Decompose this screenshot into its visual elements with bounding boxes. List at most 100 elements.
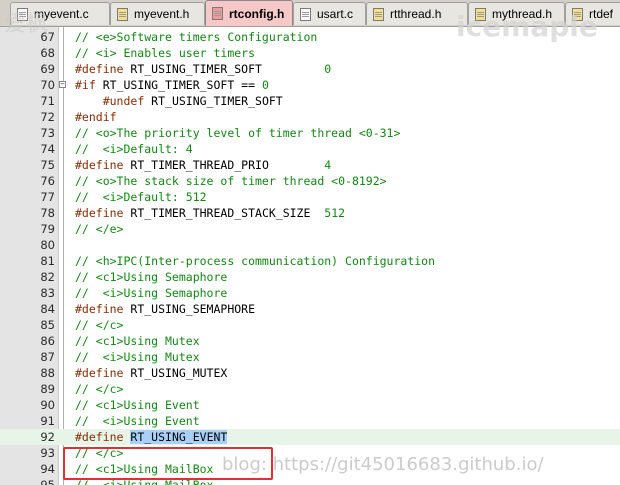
- code-line[interactable]: 76 // <o>The stack size of timer thread <…: [0, 173, 620, 189]
- code-token: RT_TIMER_THREAD_STACK_SIZE: [123, 206, 325, 220]
- line-number: 94: [40, 462, 55, 476]
- code-token: // <h>IPC(Inter-process communication) C…: [75, 254, 436, 268]
- code-text: // <i>Using Mutex: [75, 349, 200, 365]
- code-line[interactable]: 86 // <c1>Using Mutex: [0, 333, 620, 349]
- code-line[interactable]: 88 #define RT_USING_MUTEX: [0, 365, 620, 381]
- code-line[interactable]: 81 // <h>IPC(Inter-process communication)…: [0, 253, 620, 269]
- code-line[interactable]: 80: [0, 237, 620, 253]
- tab-myevent-h[interactable]: myevent.h: [110, 2, 205, 25]
- code-text: // <e>Software timers Configuration: [75, 29, 317, 45]
- code-token: 512: [324, 206, 346, 220]
- line-number: 75: [40, 158, 55, 172]
- code-text: #if RT_USING_TIMER_SOFT == 0: [75, 77, 269, 93]
- code-line[interactable]: 78 #define RT_TIMER_THREAD_STACK_SIZE 512: [0, 205, 620, 221]
- line-number: 91: [40, 414, 55, 428]
- code-token: RT_USING_TIMER_SOFT: [123, 62, 325, 76]
- tab-label: usart.c: [317, 7, 354, 21]
- code-text: // <c1>Using Mutex: [75, 333, 200, 349]
- code-text: // <c1>Using Event: [75, 397, 200, 413]
- code-line[interactable]: 73 // <o>The priority level of timer thre…: [0, 125, 620, 141]
- code-token: #endif: [75, 110, 117, 124]
- code-token: #define: [75, 366, 124, 380]
- line-number: 81: [40, 254, 55, 268]
- code-text: #define RT_TIMER_THREAD_STACK_SIZE 512: [75, 205, 345, 221]
- code-text: // </e>: [75, 221, 123, 237]
- tab-label: rtconfig.h: [229, 6, 285, 21]
- code-token: 4: [324, 158, 332, 172]
- code-text: #define RT_USING_MUTEX: [75, 365, 227, 381]
- code-line[interactable]: 92 #define RT_USING_EVENT: [0, 429, 620, 445]
- code-line[interactable]: 79 // </e>: [0, 221, 620, 237]
- tab-usart-c[interactable]: usart.c: [293, 2, 366, 25]
- line-number: 79: [40, 222, 55, 236]
- code-text: // <o>The priority level of timer thread…: [75, 125, 400, 141]
- code-token: // <e>Software timers Configuration: [75, 30, 318, 44]
- code-text: #endif: [75, 109, 117, 125]
- code-token: #define: [75, 158, 124, 172]
- code-token: // <o>The priority level of timer thread…: [75, 126, 401, 140]
- code-text: // </c>: [75, 317, 123, 333]
- tab-label: rtthread.h: [390, 7, 442, 21]
- line-number: 71: [40, 94, 55, 108]
- code-token: RT_TIMER_THREAD_PRIO: [123, 158, 325, 172]
- code-line[interactable]: 87 // <i>Using Mutex: [0, 349, 620, 365]
- file-icon: [373, 7, 384, 21]
- line-number: 95: [40, 478, 55, 485]
- code-token: RT_USING_TIMER_SOFT: [144, 94, 283, 108]
- code-token: #if: [75, 78, 96, 92]
- line-number: 83: [40, 286, 55, 300]
- code-token: // </c>: [75, 382, 124, 396]
- code-token: RT_USING_MUTEX: [123, 366, 228, 380]
- code-line[interactable]: 84 #define RT_USING_SEMAPHORE: [0, 301, 620, 317]
- code-token: // </e>: [75, 222, 124, 236]
- code-line[interactable]: 83 // <i>Using Semaphore: [0, 285, 620, 301]
- code-line[interactable]: 77 // <i>Default: 512: [0, 189, 620, 205]
- code-token: // <i>Using Mutex: [75, 350, 200, 364]
- line-number: 72: [40, 110, 55, 124]
- code-line[interactable]: 69 #define RT_USING_TIMER_SOFT 0: [0, 61, 620, 77]
- code-token: #undef: [102, 94, 145, 108]
- code-token: // <c1>Using Mutex: [75, 334, 200, 348]
- code-line[interactable]: 85 // </c>: [0, 317, 620, 333]
- code-text: // <i>Using Semaphore: [75, 285, 227, 301]
- line-number: 77: [40, 190, 55, 204]
- code-text: #define RT_TIMER_THREAD_PRIO 4: [75, 157, 331, 173]
- code-token: // <i> Enables user timers: [75, 46, 256, 60]
- line-number: 89: [40, 382, 55, 396]
- code-editor[interactable]: 67// <e>Software timers Configuration 68/…: [0, 27, 620, 485]
- code-text: #undef RT_USING_TIMER_SOFT: [75, 93, 283, 109]
- code-line[interactable]: 71 #undef RT_USING_TIMER_SOFT: [0, 93, 620, 109]
- code-line[interactable]: 70− #if RT_USING_TIMER_SOFT == 0: [0, 77, 620, 93]
- code-line[interactable]: 68 // <i> Enables user timers: [0, 45, 620, 61]
- code-token: 0: [324, 62, 332, 76]
- line-number: 88: [40, 366, 55, 380]
- code-text: // <c1>Using Semaphore: [75, 269, 227, 285]
- line-number: 69: [40, 62, 55, 76]
- line-number: 82: [40, 270, 55, 284]
- line-number: 90: [40, 398, 55, 412]
- code-token: #define: [75, 62, 124, 76]
- code-text: // <i> Enables user timers: [75, 45, 255, 61]
- code-token: // <i>Default: 4: [75, 142, 193, 156]
- code-token: #define: [75, 302, 124, 316]
- code-text: // <i>Default: 4: [75, 141, 193, 157]
- fold-collapse-icon[interactable]: −: [59, 81, 66, 88]
- code-line[interactable]: 89 // </c>: [0, 381, 620, 397]
- code-line[interactable]: 74 // <i>Default: 4: [0, 141, 620, 157]
- watermark-top-right: icemaple: [456, 10, 598, 43]
- line-number: 78: [40, 206, 55, 220]
- line-number: 74: [40, 142, 55, 156]
- tab-rtconfig-h[interactable]: rtconfig.h: [205, 0, 293, 26]
- code-line[interactable]: 90 // <c1>Using Event: [0, 397, 620, 413]
- code-line[interactable]: 72 #endif: [0, 109, 620, 125]
- code-token: // <i>Using Event: [75, 414, 200, 428]
- code-line[interactable]: 75 #define RT_TIMER_THREAD_PRIO 4: [0, 157, 620, 173]
- code-text: // </c>: [75, 381, 123, 397]
- code-line[interactable]: 82 // <c1>Using Semaphore: [0, 269, 620, 285]
- tab-rtthread-h[interactable]: rtthread.h: [366, 2, 468, 25]
- line-number: 76: [40, 174, 55, 188]
- watermark-top-left: 爱枫: [4, 12, 49, 37]
- code-line[interactable]: 91 // <i>Using Event: [0, 413, 620, 429]
- line-number: 93: [40, 446, 55, 460]
